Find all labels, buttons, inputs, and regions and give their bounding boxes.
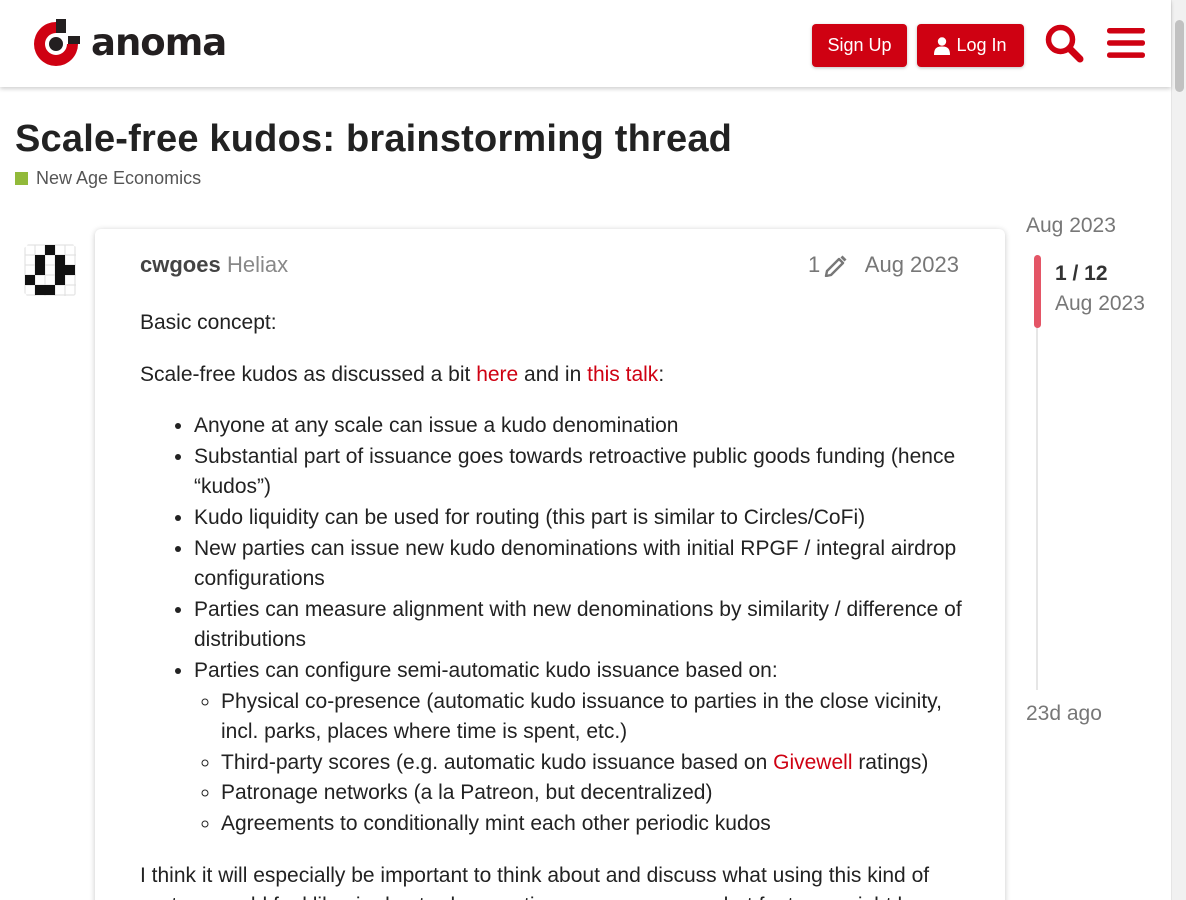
- list-item: Kudo liquidity can be used for routing (…: [194, 503, 970, 534]
- list-item: Parties can configure semi-automatic kud…: [194, 656, 970, 840]
- hamburger-menu-button[interactable]: [1103, 20, 1149, 66]
- post-text: Third-party scores (e.g. automatic kudo …: [221, 750, 774, 774]
- timeline-end-date[interactable]: 23d ago: [1026, 702, 1102, 726]
- timeline-progress: 1 / 12: [1055, 262, 1108, 285]
- log-in-label: Log In: [956, 35, 1007, 55]
- post-paragraph: Basic concept:: [140, 311, 277, 334]
- user-icon: [934, 36, 951, 55]
- logo-text: anoma: [91, 20, 227, 64]
- topic-title[interactable]: Scale-free kudos: brainstorming thread: [15, 118, 732, 161]
- post-meta: cwgoes Heliax 1 Aug 2023: [140, 252, 959, 280]
- edit-history-button[interactable]: 1: [808, 252, 848, 278]
- timeline-progress-date: Aug 2023: [1055, 292, 1145, 315]
- post-author[interactable]: cwgoes: [140, 252, 221, 278]
- timeline-start-date[interactable]: Aug 2023: [1026, 214, 1116, 238]
- here-link[interactable]: here: [476, 363, 518, 386]
- post-author-group[interactable]: Heliax: [227, 252, 288, 278]
- category-color-swatch: [15, 171, 28, 185]
- site-logo[interactable]: anoma: [30, 18, 227, 70]
- search-icon: [1045, 24, 1084, 63]
- sub-list-item: Physical co-presence (automatic kudo iss…: [221, 687, 970, 748]
- category-name: New Age Economics: [36, 167, 202, 188]
- sub-bullet-list: Physical co-presence (automatic kudo iss…: [221, 687, 970, 840]
- post-text: ratings): [852, 750, 929, 774]
- sign-up-label: Sign Up: [827, 35, 892, 55]
- post-text: Scale-free kudos as discussed a bit: [140, 362, 477, 386]
- post-paragraph: I think it will especially be important …: [140, 863, 930, 900]
- list-item: New parties can issue new kudo denominat…: [194, 534, 970, 595]
- post-body: Basic concept: Scale-free kudos as discu…: [140, 308, 970, 900]
- sub-list-item: Agreements to conditionally mint each ot…: [221, 809, 970, 840]
- log-in-button[interactable]: Log In: [917, 24, 1024, 67]
- this-talk-link[interactable]: this talk: [587, 363, 658, 386]
- list-item: Substantial part of issuance goes toward…: [194, 442, 970, 503]
- post-date[interactable]: Aug 2023: [865, 252, 959, 278]
- avatar[interactable]: [16, 236, 85, 305]
- list-item: Parties can measure alignment with new d…: [194, 595, 970, 656]
- pencil-icon: [825, 255, 847, 277]
- timeline-handle[interactable]: [1034, 255, 1041, 328]
- anoma-logo-icon: [34, 19, 80, 66]
- post-paragraph: Scale-free kudos as discussed a bit here…: [140, 360, 970, 391]
- givewell-link[interactable]: Givewell: [773, 751, 852, 774]
- category-badge[interactable]: New Age Economics: [15, 167, 201, 189]
- hamburger-menu-icon: [1107, 28, 1145, 58]
- edit-count: 1: [808, 252, 821, 277]
- site-header: anoma Sign Up Log In: [0, 0, 1171, 87]
- list-item-text: Parties can configure semi-automatic kud…: [194, 658, 778, 682]
- identicon-icon: [16, 236, 85, 305]
- bullet-list: Anyone at any scale can issue a kudo den…: [194, 411, 970, 839]
- scrollbar-thumb[interactable]: [1175, 20, 1184, 92]
- sign-up-button[interactable]: Sign Up: [812, 24, 907, 67]
- list-item: Anyone at any scale can issue a kudo den…: [194, 411, 970, 442]
- search-button[interactable]: [1041, 20, 1087, 66]
- post-text: :: [658, 362, 665, 386]
- sub-list-item: Patronage networks (a la Patreon, but de…: [221, 778, 970, 809]
- page-scrollbar[interactable]: [1171, 0, 1186, 900]
- post-text: and in: [518, 362, 588, 386]
- sub-list-item: Third-party scores (e.g. automatic kudo …: [221, 748, 970, 779]
